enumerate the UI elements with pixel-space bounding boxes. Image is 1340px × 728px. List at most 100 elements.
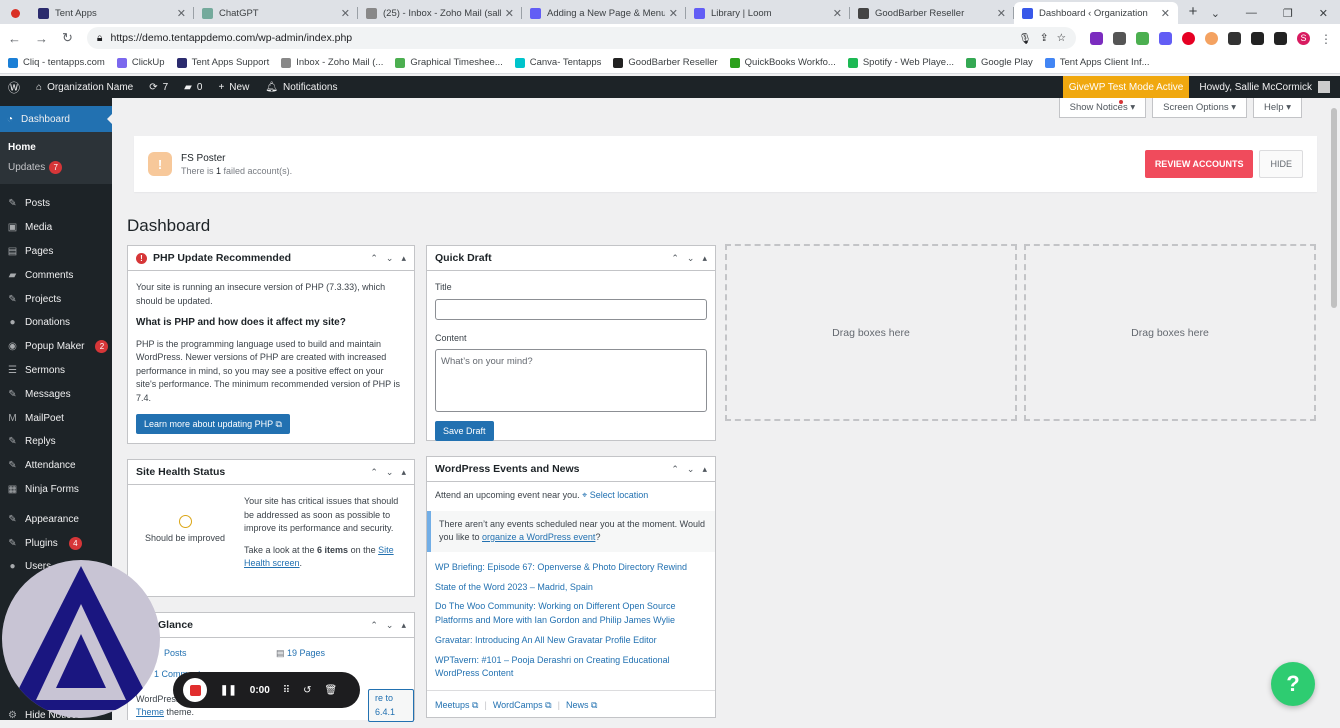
- restore-button[interactable]: ❐: [1283, 7, 1293, 20]
- draft-title-input[interactable]: [435, 298, 707, 320]
- sidebar-item-media[interactable]: ▣ Media: [0, 216, 112, 240]
- url-bar[interactable]: 🔒︎ https://demo.tentappdemo.com/wp-admin…: [86, 27, 1076, 49]
- forward-icon[interactable]: →: [35, 31, 48, 46]
- extension-icon[interactable]: [1205, 31, 1218, 45]
- close-tab-icon[interactable]: ✕: [341, 7, 350, 20]
- bookmark-item[interactable]: Spotify - Web Playe...: [847, 57, 954, 68]
- browser-tab[interactable]: Adding a New Page & Menu It ✕: [522, 2, 686, 24]
- trash-icon[interactable]: 🗑︎: [325, 685, 338, 696]
- submenu-home[interactable]: Home: [8, 138, 112, 157]
- move-up-icon[interactable]: ⌃: [370, 253, 378, 264]
- extension-icon[interactable]: [1159, 31, 1172, 45]
- bookmark-star-icon[interactable]: ☆: [1057, 32, 1066, 44]
- help-button[interactable]: Help ▾: [1253, 98, 1302, 118]
- site-name-link[interactable]: ⌂ Organization Name: [28, 76, 141, 98]
- share-icon[interactable]: ⇪: [1040, 32, 1049, 44]
- show-notices-button[interactable]: Show Notices ▾: [1058, 98, 1147, 118]
- close-tab-icon[interactable]: ✕: [177, 7, 186, 20]
- drag-area-1[interactable]: Drag boxes here: [725, 244, 1017, 421]
- sidebar-item-posts[interactable]: ✎ Posts: [0, 192, 112, 216]
- updates-link[interactable]: ⟳ 7: [141, 76, 176, 98]
- bookmark-item[interactable]: Graphical Timeshee...: [395, 57, 503, 68]
- sidebar-item-popup-maker[interactable]: ◉ Popup Maker 2: [0, 335, 112, 359]
- news-item-link[interactable]: State of the Word 2023 – Madrid, Spain: [435, 577, 707, 597]
- glance-posts[interactable]: Posts: [164, 647, 187, 661]
- bookmark-item[interactable]: Tent Apps Client Inf...: [1044, 57, 1150, 68]
- extension-icon[interactable]: [1113, 31, 1126, 45]
- close-tab-icon[interactable]: ✕: [1161, 7, 1170, 20]
- new-content-link[interactable]: + New: [210, 76, 257, 98]
- bookmark-item[interactable]: GoodBarber Reseller: [613, 57, 718, 68]
- sidebar-item-sermons[interactable]: ☰ Sermons: [0, 359, 112, 383]
- grid-icon[interactable]: ⠿: [283, 685, 290, 696]
- learn-php-button[interactable]: Learn more about updating PHP ⧉: [136, 414, 290, 434]
- move-up-icon[interactable]: ⌃: [671, 464, 679, 475]
- sidebar-item-ninja-forms[interactable]: ▦ Ninja Forms: [0, 478, 112, 502]
- notifications-link[interactable]: 🔔︎ Notifications: [257, 76, 345, 98]
- select-location-link[interactable]: ⌖ Select location: [582, 490, 648, 500]
- tab-search-icon[interactable]: ⌄: [1211, 7, 1220, 20]
- extension-icon[interactable]: [1090, 31, 1103, 45]
- toggle-icon[interactable]: ▴: [702, 253, 707, 264]
- restart-icon[interactable]: ↺: [303, 685, 311, 696]
- organize-event-link[interactable]: organize a WordPress event: [482, 532, 595, 542]
- submenu-updates[interactable]: Updates 7: [8, 157, 112, 178]
- move-down-icon[interactable]: ⌄: [386, 467, 394, 478]
- theme-link[interactable]: Theme: [136, 707, 164, 717]
- update-wp-button[interactable]: re to 6.4.1: [368, 689, 414, 722]
- toggle-icon[interactable]: ▴: [401, 467, 406, 478]
- minimize-button[interactable]: —: [1246, 7, 1257, 19]
- wp-logo-icon[interactable]: Ⓦ: [0, 76, 28, 98]
- drag-area-2[interactable]: Drag boxes here: [1024, 244, 1316, 421]
- news-item-link[interactable]: Do The Woo Community: Working on Differe…: [435, 597, 707, 630]
- sidebar-item-dashboard[interactable]: ◔ Dashboard: [0, 106, 113, 132]
- help-chat-button[interactable]: ?: [1271, 662, 1315, 706]
- sidebar-item-projects[interactable]: ✎ Projects: [0, 287, 112, 311]
- bookmark-item[interactable]: Inbox - Zoho Mail (...: [281, 57, 383, 68]
- news-link[interactable]: News ⧉: [566, 699, 597, 713]
- account-menu[interactable]: Howdy, Sallie McCormick: [1189, 76, 1340, 98]
- review-accounts-button[interactable]: REVIEW ACCOUNTS: [1144, 150, 1254, 178]
- sidebar-item-plugins[interactable]: ✎ Plugins 4: [0, 531, 112, 555]
- close-tab-icon[interactable]: ✕: [833, 7, 842, 20]
- news-item-link[interactable]: WPTavern: #101 – Pooja Derashri on Creat…: [435, 651, 707, 684]
- move-up-icon[interactable]: ⌃: [671, 253, 679, 264]
- bookmark-item[interactable]: ClickUp: [116, 57, 165, 68]
- move-up-icon[interactable]: ⌃: [370, 620, 378, 631]
- hide-notice-button[interactable]: HIDE: [1259, 150, 1303, 178]
- kebab-menu-icon[interactable]: ⋮: [1320, 32, 1332, 46]
- close-window-button[interactable]: ✕: [1319, 7, 1328, 20]
- mic-icon[interactable]: 🎙︎: [1018, 32, 1031, 45]
- sidebar-item-mailpoet[interactable]: M MailPoet: [0, 406, 112, 430]
- new-tab-button[interactable]: +: [1178, 2, 1208, 24]
- sidebar-item-appearance[interactable]: ✎ Appearance: [0, 507, 112, 531]
- bookmark-item[interactable]: Cliq - tentapps.com: [8, 57, 105, 68]
- sidebar-item-donations[interactable]: ● Donations: [0, 311, 112, 335]
- givewp-test-mode-badge[interactable]: GiveWP Test Mode Active: [1062, 76, 1190, 98]
- toggle-icon[interactable]: ▴: [702, 464, 707, 475]
- bookmark-item[interactable]: Google Play: [966, 57, 1033, 68]
- browser-tab[interactable]: Dashboard ‹ Organization ✕: [1014, 2, 1178, 24]
- sidebar-item-attendance[interactable]: ✎ Attendance: [0, 454, 112, 478]
- move-up-icon[interactable]: ⌃: [370, 467, 378, 478]
- wordcamps-link[interactable]: WordCamps ⧉: [493, 699, 552, 713]
- glance-pages[interactable]: ▤ 19 Pages: [276, 647, 325, 661]
- puzzle-icon[interactable]: [1228, 31, 1241, 45]
- news-item-link[interactable]: WP Briefing: Episode 67: Openverse & Pho…: [435, 558, 707, 578]
- browser-tab[interactable]: ChatGPT ✕: [194, 2, 358, 24]
- browser-tab[interactable]: GoodBarber Reseller ✕: [850, 2, 1014, 24]
- browser-tab[interactable]: (25) - Inbox - Zoho Mail (sallie ✕: [358, 2, 522, 24]
- bookmark-item[interactable]: Tent Apps Support: [176, 57, 269, 68]
- move-down-icon[interactable]: ⌄: [386, 253, 394, 264]
- reload-icon[interactable]: ↻: [62, 30, 73, 46]
- stop-recording-button[interactable]: [183, 678, 207, 702]
- profile-avatar[interactable]: S: [1297, 31, 1310, 45]
- sidepanel-icon[interactable]: [1274, 31, 1287, 45]
- sidebar-item-pages[interactable]: ▤ Pages: [0, 240, 112, 264]
- sidebar-item-messages[interactable]: ✎ Messages: [0, 382, 112, 406]
- webcam-overlay[interactable]: [2, 560, 160, 718]
- move-down-icon[interactable]: ⌄: [687, 464, 695, 475]
- screen-options-button[interactable]: Screen Options ▾: [1152, 98, 1248, 118]
- meetups-link[interactable]: Meetups ⧉: [435, 699, 478, 713]
- close-tab-icon[interactable]: ✕: [997, 7, 1006, 20]
